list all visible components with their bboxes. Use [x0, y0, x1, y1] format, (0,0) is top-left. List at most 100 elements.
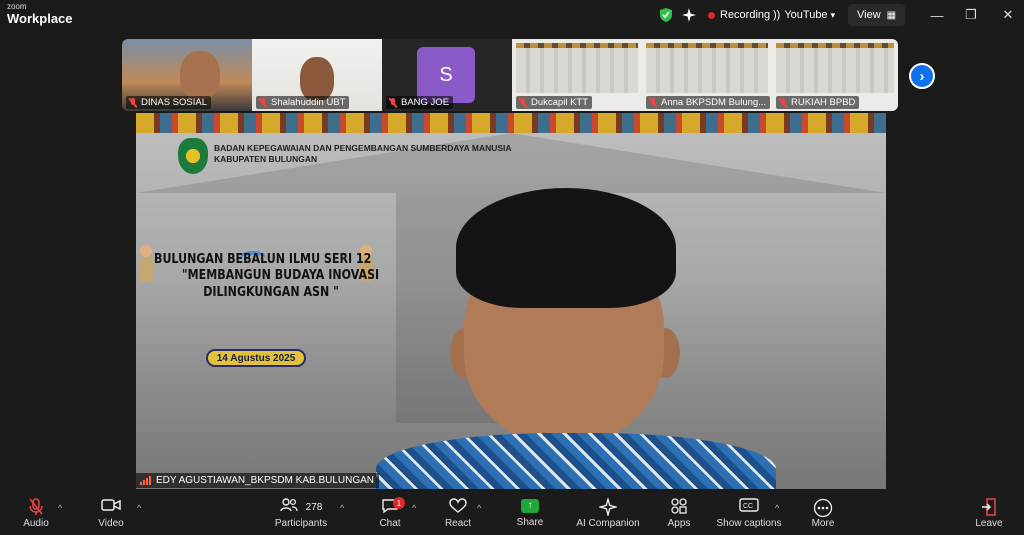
title-line: BULUNGAN BEBALUN ILMU SERI 12	[154, 251, 372, 267]
speaker-figure	[376, 188, 776, 489]
react-button[interactable]: React	[443, 491, 473, 535]
audio-button[interactable]: Audio	[18, 491, 54, 535]
restore-button[interactable]: ❐	[960, 4, 982, 26]
slide-title: BULUNGAN BEBALUN ILMU SERI 12 "MEMBANGUN…	[154, 251, 379, 300]
speaker-name: EDY AGUSTIAWAN_BKPSDM KAB.BULUNGAN	[156, 475, 375, 486]
view-button[interactable]: View ▦	[848, 4, 906, 26]
participant-tile[interactable]: Anna BKPSDM Bulung...	[642, 39, 772, 111]
event-date-badge: 14 Agustus 2025	[206, 349, 306, 367]
participant-name: DINAS SOSIAL	[126, 96, 211, 109]
show-captions-button[interactable]: CC Show captions	[715, 491, 783, 535]
title-line: "MEMBANGUN BUDAYA INOVASI	[181, 267, 380, 284]
participants-options-chevron-icon[interactable]: ^	[340, 503, 344, 513]
speaker-name-label: EDY AGUSTIAWAN_BKPSDM KAB.BULUNGAN	[136, 473, 380, 488]
mic-muted-icon	[519, 97, 527, 108]
top-bar: zoom Workplace Recording )) YouTube ▾ Vi…	[0, 0, 1024, 30]
title-line: DILINGKUNGAN ASN "	[203, 283, 339, 300]
closed-captions-icon: CC	[739, 497, 759, 518]
ai-companion-label: AI Companion	[576, 517, 640, 529]
active-speaker-video: BADAN KEPEGAWAIAN DAN PENGEMBANGAN SUMBE…	[136, 113, 886, 489]
slide-organization: BADAN KEPEGAWAIAN DAN PENGEMBANGAN SUMBE…	[214, 143, 512, 165]
shared-slide-thumbnail	[776, 43, 894, 93]
close-button[interactable]: ✕	[997, 4, 1019, 26]
participant-name: BANG JOE	[386, 96, 454, 109]
chat-unread-badge: 1	[393, 497, 405, 509]
apps-button[interactable]: Apps	[664, 491, 694, 535]
chevron-down-icon: ▾	[830, 9, 836, 20]
share-label: Share	[516, 516, 544, 528]
participant-tile[interactable]: S BANG JOE	[382, 39, 512, 111]
org-region: KABUPATEN BULUNGAN	[214, 154, 318, 165]
zoom-logo: zoom Workplace	[7, 2, 73, 26]
more-label: More	[811, 517, 835, 529]
chevron-right-icon: ›	[919, 67, 925, 85]
shield-icon[interactable]	[659, 4, 673, 26]
view-grid-icon: ▦	[886, 9, 897, 21]
apps-label: Apps	[667, 517, 691, 529]
participant-name: Anna BKPSDM Bulung...	[646, 96, 771, 109]
ai-sparkle-icon	[597, 496, 619, 518]
shared-slide-thumbnail	[516, 43, 638, 93]
mic-muted-icon	[649, 97, 657, 108]
participant-tile[interactable]: DINAS SOSIAL	[122, 39, 252, 111]
participant-name: RUKIAH BPBD	[776, 96, 860, 109]
mascot-figure-icon	[138, 245, 154, 293]
chat-label: Chat	[379, 517, 401, 529]
youtube-label: YouTube	[784, 9, 828, 21]
audio-options-chevron-icon[interactable]: ^	[58, 503, 62, 513]
org-name: BADAN KEPEGAWAIAN DAN PENGEMBANGAN SUMBE…	[214, 143, 512, 153]
logo-brand: zoom	[7, 2, 27, 11]
mic-muted-icon	[28, 497, 44, 518]
recording-label: Recording	[720, 9, 771, 21]
participants-count: 278	[305, 501, 323, 513]
regency-emblem-icon	[178, 138, 208, 174]
react-label: React	[444, 517, 472, 529]
heart-icon	[449, 497, 467, 518]
captions-label: Show captions	[716, 517, 782, 529]
gallery-strip: DINAS SOSIAL Shalahuddin UBT S BANG JOE …	[122, 39, 898, 111]
stream-icon: ))	[773, 9, 781, 21]
participant-video	[180, 51, 220, 99]
participant-avatar: S	[417, 47, 475, 103]
audio-label: Audio	[23, 517, 49, 529]
shared-slide-thumbnail	[646, 43, 768, 93]
view-label: View	[857, 9, 881, 21]
participant-video	[300, 57, 334, 101]
ai-sparkle-icon[interactable]	[681, 4, 697, 26]
logo-product: Workplace	[7, 11, 73, 26]
captions-options-chevron-icon[interactable]: ^	[775, 503, 779, 513]
minimize-button[interactable]: —	[926, 4, 948, 26]
video-label: Video	[98, 517, 124, 529]
leave-button[interactable]: Leave	[974, 491, 1004, 535]
participant-tile[interactable]: Shalahuddin UBT	[252, 39, 382, 111]
video-options-chevron-icon[interactable]: ^	[137, 503, 141, 513]
apps-icon	[671, 497, 687, 518]
mic-muted-icon	[389, 97, 397, 108]
participant-name: Shalahuddin UBT	[256, 96, 350, 109]
camera-icon	[101, 498, 121, 518]
audio-level-icon	[140, 476, 152, 485]
participant-name: Dukcapil KTT	[516, 96, 593, 109]
share-button[interactable]: ↑ Share	[514, 491, 546, 535]
leave-door-icon	[981, 497, 997, 518]
leave-label: Leave	[975, 517, 1003, 529]
mic-muted-icon	[129, 97, 137, 108]
mic-muted-icon	[259, 97, 267, 108]
participant-tile[interactable]: Dukcapil KTT	[512, 39, 642, 111]
more-button[interactable]: More	[809, 491, 837, 535]
youtube-stream-button[interactable]: )) YouTube ▾	[773, 4, 835, 26]
more-dots-icon	[813, 498, 833, 518]
next-page-button[interactable]: ›	[909, 63, 935, 89]
meeting-toolbar: Audio ^ Video ^ 278 Participants ^ Chat …	[0, 491, 1024, 535]
recording-indicator[interactable]: Recording	[708, 4, 770, 26]
participants-button[interactable]: 278 Participants	[272, 491, 330, 535]
share-screen-icon: ↑	[521, 498, 539, 513]
svg-text:CC: CC	[743, 503, 753, 510]
react-options-chevron-icon[interactable]: ^	[477, 503, 481, 513]
participants-label: Participants	[274, 517, 328, 529]
video-button[interactable]: Video	[94, 491, 128, 535]
participant-tile[interactable]: RUKIAH BPBD	[772, 39, 898, 111]
recording-dot-icon	[708, 11, 715, 19]
ai-companion-button[interactable]: AI Companion	[574, 491, 642, 535]
chat-options-chevron-icon[interactable]: ^	[412, 503, 416, 513]
